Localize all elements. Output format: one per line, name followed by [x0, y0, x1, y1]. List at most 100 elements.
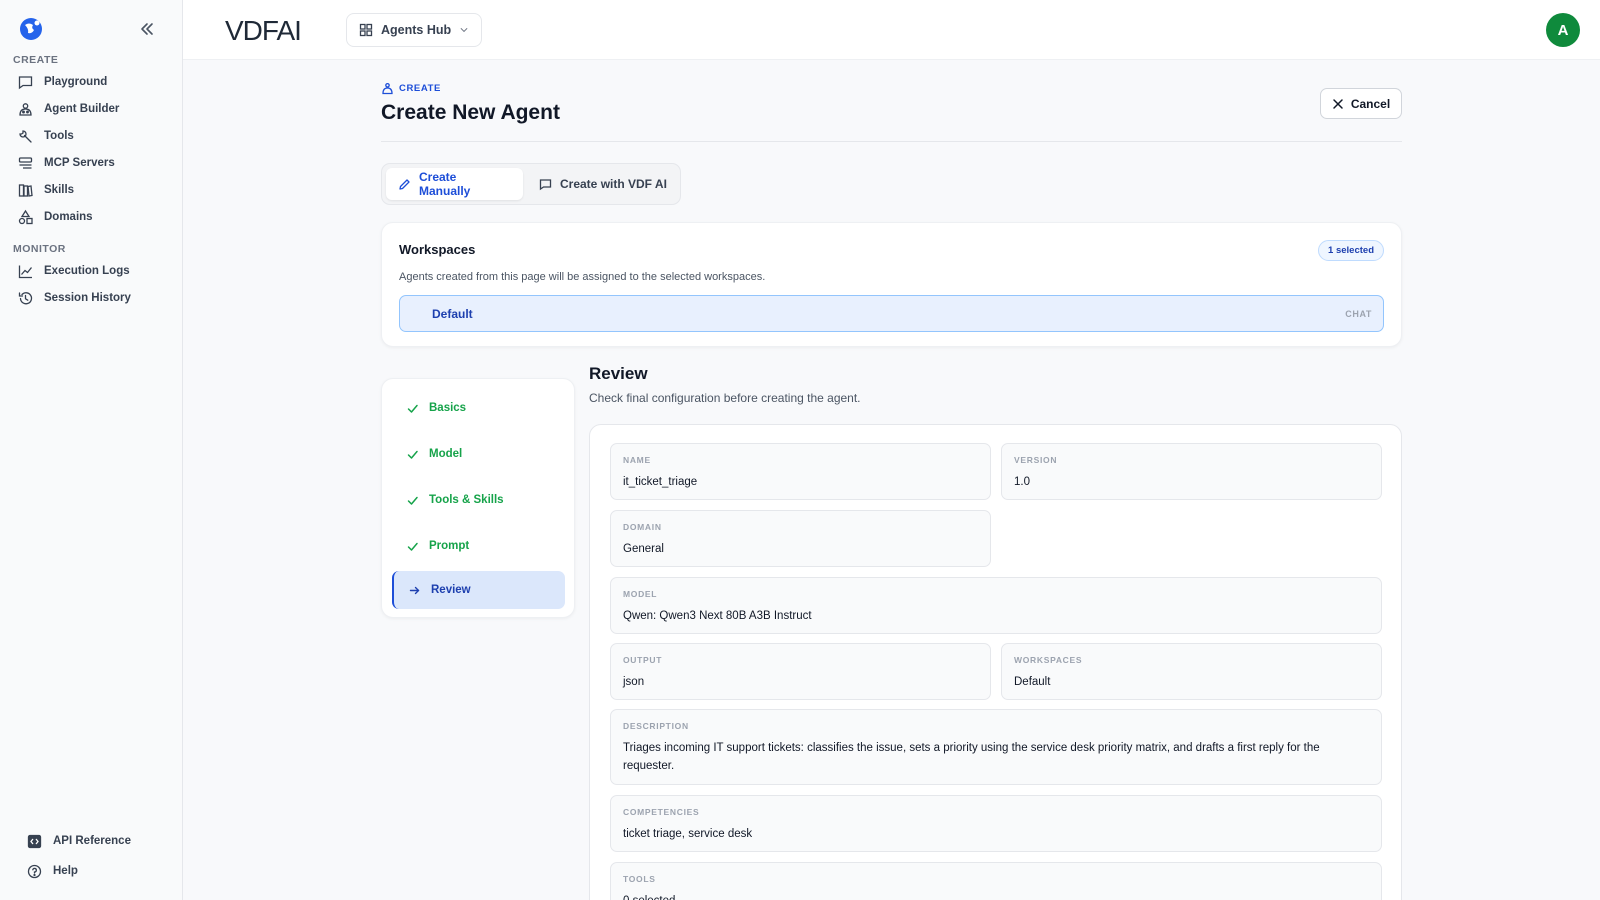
field-label: TOOLS [623, 874, 656, 884]
field-label: OUTPUT [623, 655, 663, 665]
field-label: NAME [623, 455, 651, 465]
chart-line-icon [18, 265, 33, 278]
page-title: Create New Agent [381, 101, 560, 124]
wrench-icon [19, 129, 32, 143]
help-icon [27, 864, 42, 878]
field-value: Qwen: Qwen3 Next 80B A3B Instruct [623, 610, 812, 622]
field-output: OUTPUT json [610, 643, 991, 700]
sidebar-item-help[interactable]: Help [26, 860, 78, 882]
pencil-icon [399, 178, 410, 190]
tab-create-manually[interactable]: Create Manually [386, 168, 523, 200]
step-label: Prompt [429, 540, 470, 552]
sidebar-section-monitor: MONITOR [13, 243, 66, 255]
breadcrumb: CREATE [381, 82, 441, 95]
step-review[interactable]: Review [392, 571, 565, 609]
svg-text:VDFAI: VDFAI [225, 15, 301, 45]
step-model[interactable]: Model [392, 435, 565, 473]
field-value: Triages incoming IT support tickets: cla… [623, 742, 1320, 772]
robot-icon [382, 82, 393, 95]
check-icon [407, 496, 418, 505]
sidebar-item-execution-logs[interactable]: Execution Logs [17, 260, 130, 282]
field-label: DESCRIPTION [623, 721, 689, 731]
history-icon [18, 291, 33, 304]
field-label: WORKSPACES [1014, 655, 1083, 665]
step-tools-skills[interactable]: Tools & Skills [392, 481, 565, 519]
workspace-tag: CHAT [1345, 309, 1372, 319]
sidebar-item-label: API Reference [53, 835, 131, 847]
sidebar-item-mcp-servers[interactable]: MCP Servers [17, 152, 115, 174]
avatar[interactable]: A [1546, 13, 1580, 47]
workspaces-description: Agents created from this page will be as… [399, 271, 766, 283]
field-name: NAME it_ticket_triage [610, 443, 991, 500]
field-version: VERSION 1.0 [1001, 443, 1382, 500]
app-logo-icon[interactable] [18, 16, 44, 42]
field-value: 1.0 [1014, 476, 1030, 488]
sidebar-item-label: Session History [44, 292, 131, 304]
sidebar: CREATE Playground Agent Builder Tools MC… [0, 0, 183, 900]
header-divider [381, 141, 1402, 142]
field-model: MODEL Qwen: Qwen3 Next 80B A3B Instruct [610, 577, 1382, 634]
sidebar-item-domains[interactable]: Domains [17, 206, 93, 228]
workspace-name: Default [432, 307, 473, 321]
breadcrumb-label: CREATE [399, 83, 441, 94]
agents-hub-switcher[interactable]: Agents Hub [346, 13, 483, 47]
field-value: it_ticket_triage [623, 476, 698, 488]
chat-icon [18, 75, 33, 89]
selected-count-badge: 1 selected [1318, 240, 1384, 261]
field-value: Default [1014, 676, 1051, 688]
tab-label: Create Manually [419, 170, 471, 198]
sidebar-item-api-reference[interactable]: API Reference [26, 830, 131, 852]
step-label: Basics [429, 402, 467, 414]
field-description: DESCRIPTION Triages incoming IT support … [610, 709, 1382, 785]
check-icon [407, 404, 418, 413]
sidebar-item-label: Tools [44, 130, 74, 142]
field-tools: TOOLS 0 selected [610, 862, 1382, 900]
sidebar-item-label: Execution Logs [44, 265, 130, 277]
sidebar-item-playground[interactable]: Playground [17, 71, 107, 93]
field-value: General [623, 543, 664, 555]
workspace-option-default[interactable]: Default CHAT [399, 295, 1384, 332]
field-workspaces: WORKSPACES Default [1001, 643, 1382, 700]
sidebar-item-session-history[interactable]: Session History [17, 287, 131, 309]
cancel-label: Cancel [1350, 96, 1391, 111]
field-value: json [623, 676, 645, 688]
field-domain: DOMAIN General [610, 510, 991, 567]
field-value: ticket triage, service desk [623, 828, 753, 840]
robot-icon [19, 102, 32, 116]
creation-mode-tabs: Create Manually Create with VDF AI [381, 163, 681, 205]
shapes-icon [18, 209, 33, 224]
workspaces-title: Workspaces [399, 242, 476, 257]
sidebar-item-label: Playground [44, 76, 108, 88]
tab-label: Create with VDF AI [560, 177, 667, 191]
sidebar-item-label: Skills [44, 184, 75, 196]
cancel-button[interactable]: Cancel [1320, 88, 1402, 119]
book-icon [18, 183, 33, 197]
sidebar-item-label: MCP Servers [44, 157, 115, 169]
field-label: VERSION [1014, 455, 1058, 465]
step-prompt[interactable]: Prompt [392, 527, 565, 565]
check-icon [407, 542, 418, 551]
step-label: Review [431, 584, 471, 596]
field-label: COMPETENCIES [623, 807, 700, 817]
sidebar-item-label: Help [53, 865, 78, 877]
sidebar-item-agent-builder[interactable]: Agent Builder [17, 98, 119, 120]
sidebar-section-create: CREATE [13, 54, 59, 66]
workspaces-card: Workspaces 1 selected Agents created fro… [381, 222, 1402, 347]
step-label: Model [429, 448, 463, 460]
sidebar-item-label: Agent Builder [44, 103, 120, 115]
server-icon [18, 156, 33, 169]
collapse-sidebar-icon[interactable] [138, 20, 156, 38]
tab-create-with-vdf-ai[interactable]: Create with VDF AI [527, 168, 679, 200]
chat-icon [539, 178, 552, 190]
sidebar-item-skills[interactable]: Skills [17, 179, 74, 201]
brand-logo[interactable]: VDFAI [225, 15, 317, 45]
sidebar-item-tools[interactable]: Tools [17, 125, 74, 147]
agents-hub-label: Agents Hub [381, 23, 452, 37]
chevron-down-icon [460, 28, 468, 33]
code-icon [27, 834, 42, 848]
close-icon [1333, 98, 1343, 109]
step-basics[interactable]: Basics [392, 389, 565, 427]
top-bar: VDFAI Agents Hub A [183, 0, 1600, 60]
step-label: Tools & Skills [429, 494, 504, 506]
review-title: Review [589, 364, 648, 383]
